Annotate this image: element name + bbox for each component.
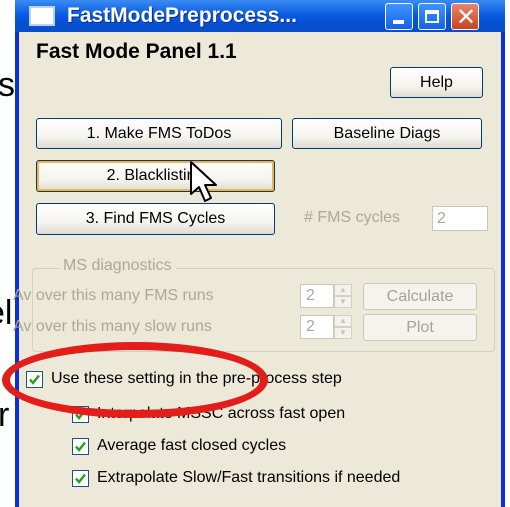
fms-runs-input: 2: [300, 284, 334, 308]
minimize-button[interactable]: [385, 3, 413, 30]
mouse-pointer-icon: [190, 161, 217, 202]
checkbox[interactable]: [72, 469, 89, 487]
calculate-button: Calculate: [363, 283, 477, 310]
background-text-fragment: s: [0, 66, 15, 104]
slow-runs-input: 2: [300, 315, 334, 339]
baseline-diags-button[interactable]: Baseline Diags: [292, 118, 482, 149]
blacklisting-button[interactable]: 2. Blacklisting: [36, 160, 275, 192]
ms-diagnostics-legend: MS diagnostics: [59, 257, 176, 275]
close-icon: ✕: [456, 3, 477, 31]
slow-runs-label: Av over this many slow runs: [13, 318, 212, 335]
make-fms-todos-button[interactable]: 1. Make FMS ToDos: [36, 118, 282, 149]
plot-button: Plot: [363, 314, 477, 341]
close-button[interactable]: ✕: [451, 3, 479, 31]
spin-up-icon: ▲: [334, 315, 352, 327]
spin-up-icon: ▲: [334, 284, 352, 296]
option-extrapolate[interactable]: Extrapolate Slow/Fast transitions if nee…: [72, 469, 400, 487]
checkmark-icon: [75, 473, 86, 484]
help-button[interactable]: Help: [390, 67, 483, 98]
fms-cycles-input: 2: [432, 206, 488, 231]
option-average[interactable]: Average fast closed cycles: [72, 437, 286, 455]
fast-mode-window: FastModePreprocess... ✕ Fast Mode Panel …: [13, 0, 505, 507]
spin-down-icon: ▼: [334, 327, 352, 339]
title-bar[interactable]: FastModePreprocess... ✕: [15, 0, 505, 32]
checkmark-icon: [75, 441, 86, 452]
slow-runs-spinner: ▲ ▼: [334, 315, 352, 339]
fms-runs-label: Av over this many FMS runs: [13, 287, 214, 304]
find-fms-cycles-button[interactable]: 3. Find FMS Cycles: [36, 203, 275, 235]
window-app-icon: [29, 6, 55, 26]
panel-title: Fast Mode Panel 1.1: [36, 40, 237, 63]
option-label: Average fast closed cycles: [97, 437, 287, 454]
background-text-fragment: r: [0, 396, 10, 434]
maximize-icon: [425, 10, 439, 23]
minimize-icon: [393, 20, 404, 24]
highlight-ellipse: [2, 342, 268, 418]
spin-down-icon: ▼: [334, 296, 352, 308]
window-title: FastModePreprocess...: [67, 4, 297, 27]
checkbox[interactable]: [72, 437, 89, 455]
fms-runs-spinner: ▲ ▼: [334, 284, 352, 308]
maximize-button[interactable]: [418, 3, 446, 30]
option-label: Extrapolate Slow/Fast transitions if nee…: [97, 469, 401, 486]
fms-cycles-label: # FMS cycles: [304, 209, 401, 226]
